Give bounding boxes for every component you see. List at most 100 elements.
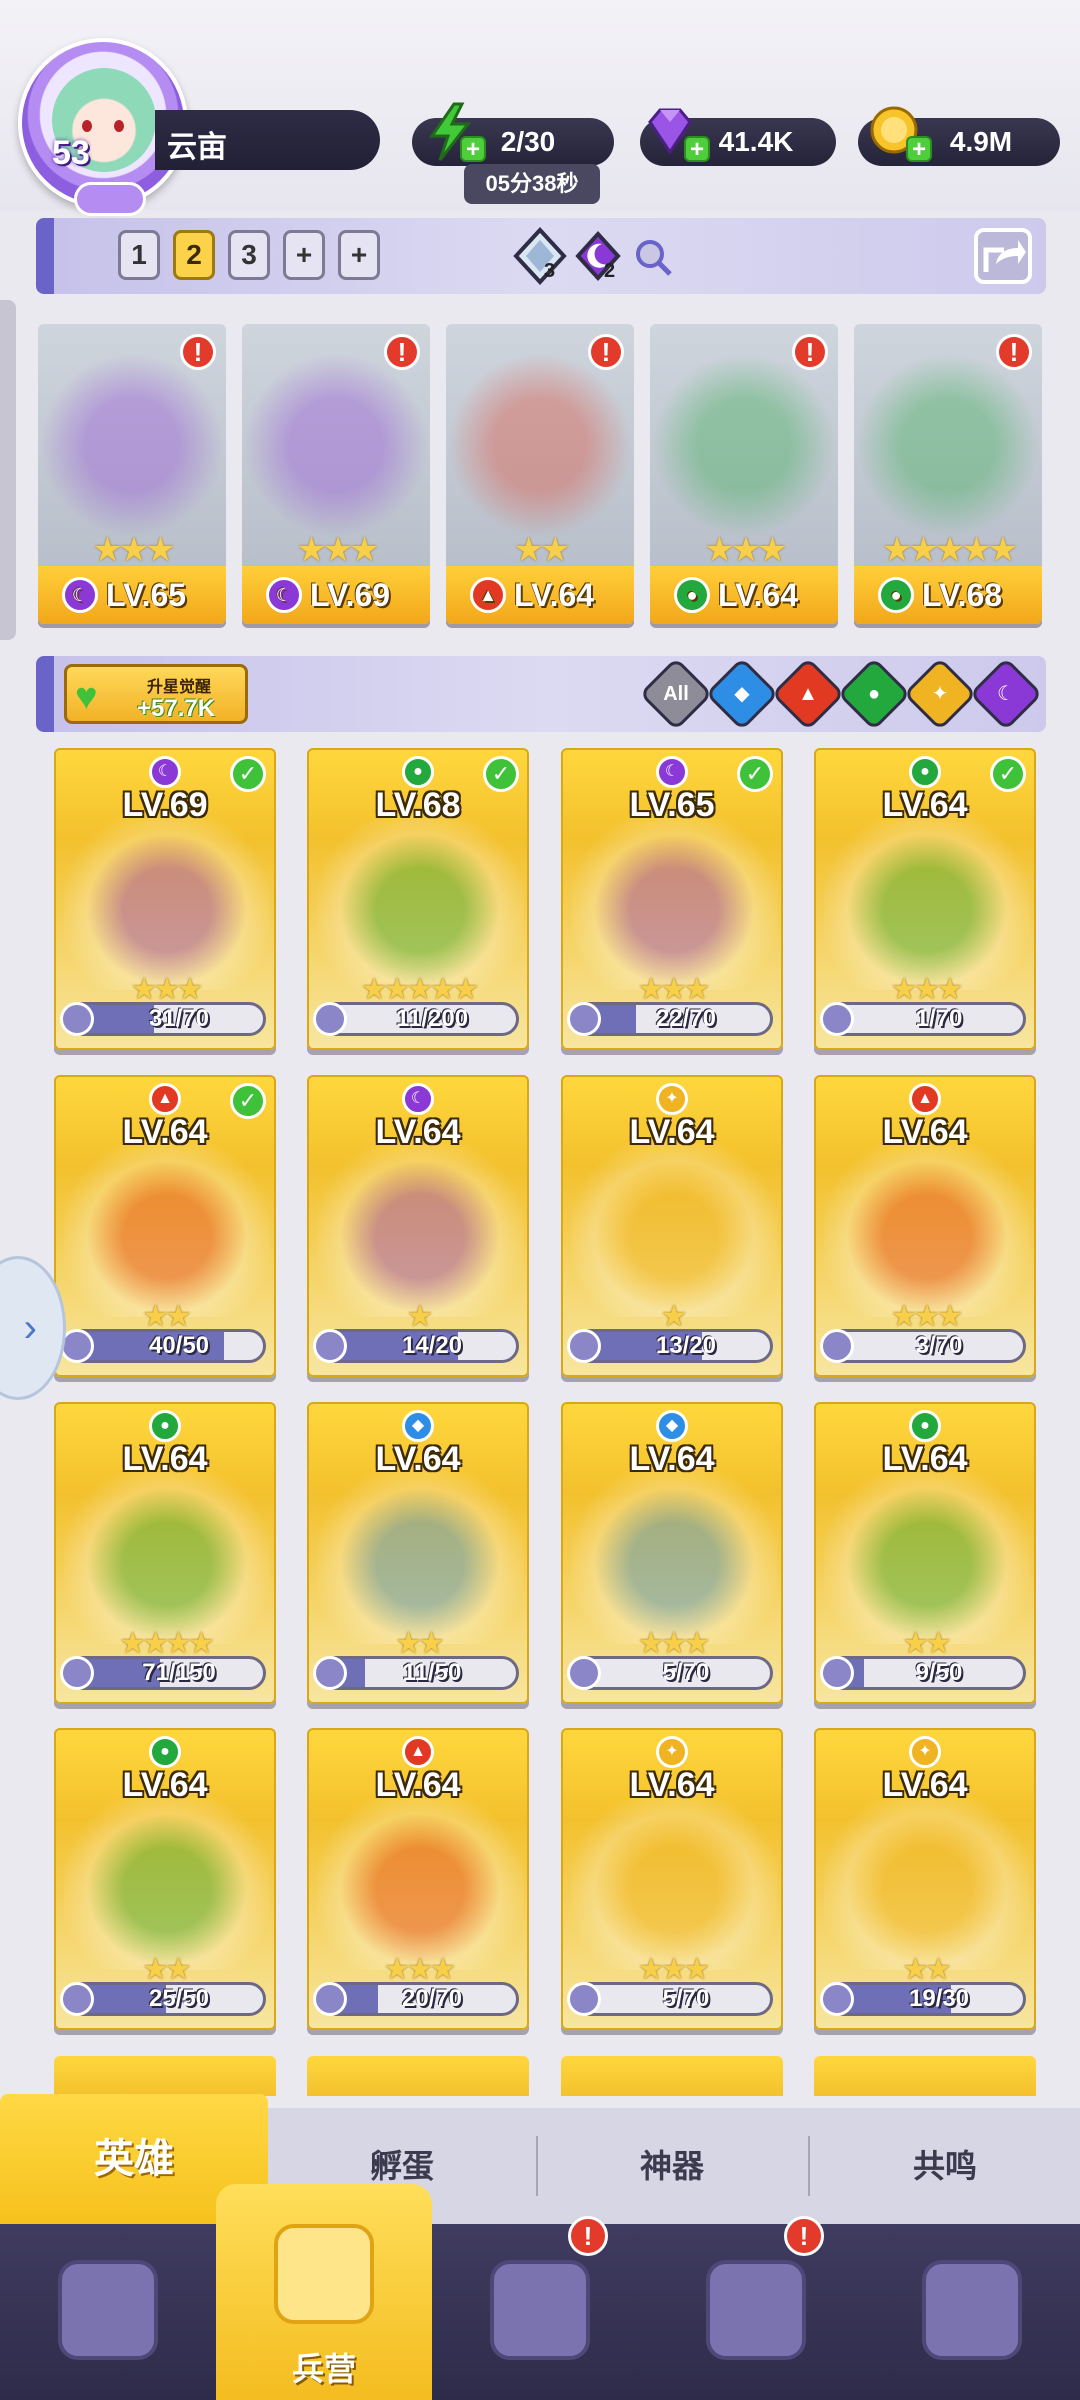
hero-portrait (571, 1139, 777, 1317)
dark-element-icon: ☾ (149, 756, 181, 788)
hero-card[interactable]: ✦ LV.64 ★ 13/20 (561, 1075, 783, 1377)
dark-gem-count: 2 (604, 260, 616, 282)
dark-gem-icon[interactable] (568, 226, 628, 286)
water-element-icon: ◆ (402, 1410, 434, 1442)
hero-level-bar: ▲ LV.64 (446, 566, 634, 624)
hero-card[interactable]: ✦ LV.64 ★★★ 5/70 (561, 1728, 783, 2030)
shard-progress-bar: 5/70 (573, 1656, 773, 1690)
dark-element-icon: ☾ (402, 1083, 434, 1115)
team-hero-card[interactable]: ! ★★★ ☾ LV.69 (242, 324, 430, 624)
hero-card[interactable]: ☾ ✓ LV.65 ★★★ 22/70 (561, 748, 783, 1050)
nature-element-icon: ● (878, 577, 914, 613)
hero-level: LV.64 (122, 1113, 208, 1151)
hero-card[interactable]: ▲ LV.64 ★★★ 3/70 (814, 1075, 1036, 1377)
hero-card[interactable]: ☾ ✓ LV.69 ★★★ 31/70 (54, 748, 276, 1050)
shard-icon (60, 1656, 94, 1690)
map-icon (490, 2260, 590, 2360)
fire-element-icon: ▲ (909, 1083, 941, 1115)
hero-card[interactable]: ▲ LV.64 ★★★ 20/70 (307, 1728, 529, 2030)
energy-timer: 05分38秒 (464, 164, 600, 204)
hero-card[interactable]: ● LV.64 ★★★★ 71/150 (54, 1402, 276, 1704)
bottom-navigation: 兵营 ! ! (0, 2184, 1080, 2400)
filter-dark[interactable]: ☾ (969, 657, 1043, 731)
hero-card[interactable]: ✦ LV.64 ★★ 19/30 (814, 1728, 1036, 2030)
hero-card[interactable]: ● ✓ LV.68 ★★★★★ 11/200 (307, 748, 529, 1050)
hero-card[interactable]: ◆ LV.64 ★★ 11/50 (307, 1402, 529, 1704)
shard-count: 5/70 (662, 1985, 710, 2012)
shard-progress-bar: 9/50 (826, 1656, 1026, 1690)
hero-level: LV.64 (882, 1440, 968, 1478)
team-hero-card[interactable]: ! ★★★ ☾ LV.65 (38, 324, 226, 624)
search-icon[interactable] (624, 226, 684, 286)
hero-level: LV.64 (882, 1766, 968, 1804)
shard-progress-bar: 20/70 (319, 1982, 519, 2016)
alert-badge: ! (180, 334, 216, 370)
top-header: 53 云亩 2/30 + 05分38秒 41.4K + 4.9M + (0, 0, 1080, 216)
awaken-title: 升星觉醒 (147, 679, 212, 696)
star-awaken-button[interactable]: ♥ 升星觉醒 +57.7K (64, 664, 248, 724)
share-button[interactable] (974, 228, 1032, 284)
hero-card[interactable]: ● LV.64 ★★ 25/50 (54, 1728, 276, 2030)
hero-card[interactable] (814, 2056, 1036, 2096)
add-energy-button[interactable]: + (460, 136, 486, 162)
side-drawer-handle[interactable] (0, 300, 16, 640)
alert-badge: ! (568, 2216, 608, 2256)
hero-card[interactable] (307, 2056, 529, 2096)
filter-light[interactable]: ✦ (903, 657, 977, 731)
tab-resonance[interactable]: 共鸣 (810, 2108, 1080, 2224)
shard-icon (567, 1982, 601, 2016)
nav-mushroom[interactable] (864, 2224, 1080, 2400)
team-hero-card[interactable]: ! ★★ ▲ LV.64 (446, 324, 634, 624)
hero-card[interactable]: ▲ ✓ LV.64 ★★ 40/50 (54, 1075, 276, 1377)
nav-map[interactable]: ! (432, 2216, 648, 2400)
nav-temple[interactable]: ! (648, 2216, 864, 2400)
nav-cards[interactable] (0, 2224, 216, 2400)
hero-card[interactable] (54, 2056, 276, 2096)
hero-portrait (824, 1466, 1030, 1644)
filter-fire[interactable]: ▲ (771, 657, 845, 731)
shard-count: 31/70 (148, 1005, 210, 1032)
diamond-gem-icon[interactable] (510, 226, 570, 286)
hero-card[interactable] (561, 2056, 783, 2096)
alert-badge: ! (384, 334, 420, 370)
add-coins-button[interactable]: + (906, 136, 932, 162)
add-gems-button[interactable]: + (684, 136, 710, 162)
team-hero-card[interactable]: ! ★★★ ● LV.64 (650, 324, 838, 624)
shard-count: 11/50 (402, 1659, 462, 1686)
shard-progress-bar: 5/70 (573, 1982, 773, 2016)
hero-level: LV.64 (375, 1113, 461, 1151)
shard-icon (820, 1982, 854, 2016)
shard-count: 13/20 (655, 1332, 717, 1359)
hero-portrait (824, 1792, 1030, 1970)
tab-artifacts[interactable]: 神器 (538, 2108, 806, 2224)
light-element-icon: ✦ (656, 1083, 688, 1115)
filter-water[interactable]: ◆ (705, 657, 779, 731)
hero-portrait (64, 812, 270, 990)
hero-card[interactable]: ● ✓ LV.64 ★★★ 1/70 (814, 748, 1036, 1050)
nav-barracks[interactable]: 兵营 (216, 2184, 432, 2400)
hero-level: LV.64 (882, 786, 968, 824)
coin-value: 4.9M (949, 126, 1013, 157)
shard-progress-bar: 13/20 (573, 1329, 773, 1363)
hero-stars: ★★★ (296, 531, 379, 569)
dark-element-icon: ☾ (997, 683, 1015, 705)
hero-level: LV.65 (629, 786, 715, 824)
nature-element-icon: ● (149, 1736, 181, 1768)
shard-icon (313, 1329, 347, 1363)
hero-card[interactable]: ● LV.64 ★★ 9/50 (814, 1402, 1036, 1704)
filter-nature[interactable]: ● (837, 657, 911, 731)
hero-card[interactable]: ◆ LV.64 ★★★ 5/70 (561, 1402, 783, 1704)
add-team-tab[interactable]: + (283, 230, 325, 280)
team-tab-3[interactable]: 3 (228, 230, 270, 280)
shard-icon (820, 1329, 854, 1363)
hero-card[interactable]: ☾ LV.64 ★ 14/20 (307, 1075, 529, 1377)
add-team-tab[interactable]: + (338, 230, 380, 280)
filter-all[interactable]: All (639, 657, 713, 731)
team-hero-card[interactable]: ! ★★★★★ ● LV.68 (854, 324, 1042, 624)
team-tab-2[interactable]: 2 (173, 230, 215, 280)
team-tab-1[interactable]: 1 (118, 230, 160, 280)
shard-count: 14/20 (401, 1332, 463, 1359)
shard-progress-bar: 3/70 (826, 1329, 1026, 1363)
hero-level: LV.64 (629, 1113, 715, 1151)
hero-portrait (317, 812, 523, 990)
